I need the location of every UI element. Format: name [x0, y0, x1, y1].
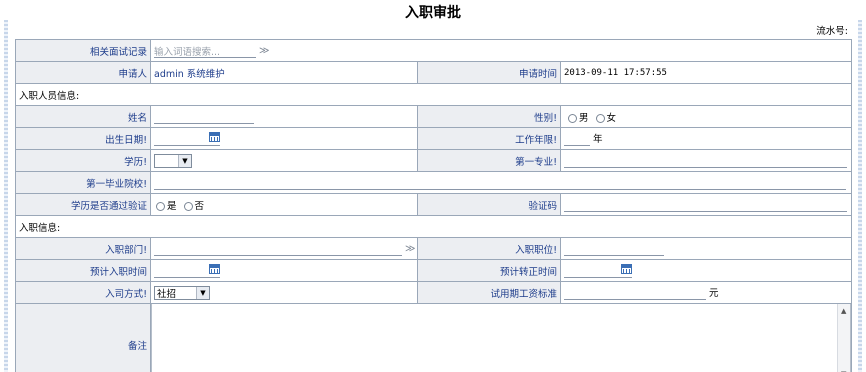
planned-entry-time-label: 预计入职时间	[15, 259, 151, 282]
search-chevron-icon[interactable]: ≫	[259, 45, 269, 56]
row-edu-verify: 学历是否通过验证 是 否 验证码	[15, 193, 853, 216]
major-label: 第一专业	[515, 156, 554, 168]
row-section-personal: 入职人员信息:	[14, 83, 853, 106]
work-years-input[interactable]	[564, 132, 590, 147]
gender-male-radio[interactable]	[568, 113, 577, 123]
apply-time-value: 2013-09-11 17:57:55	[559, 61, 853, 84]
department-chevron-icon[interactable]: ≫	[405, 243, 415, 254]
gender-label: 性别	[534, 112, 554, 124]
remarks-textarea[interactable]: ▲ ▼	[151, 304, 851, 372]
entry-approval-form: 相关面试记录 输入词语搜索... ≫ 申请人 admin 系统维护 申请时间 2…	[14, 39, 853, 372]
apply-time-label: 申请时间	[417, 61, 561, 84]
row-department-position: 入职部门! ≫ 入职职位!	[15, 237, 853, 260]
row-entry-method-salary: 入司方式! 社招 ▼ 试用期工资标准 元	[15, 281, 853, 304]
row-applicant: 申请人 admin 系统维护 申请时间 2013-09-11 17:57:55	[15, 61, 853, 84]
page-title: 入职审批	[405, 5, 461, 21]
probation-salary-unit: 元	[709, 287, 719, 299]
name-input[interactable]	[154, 110, 254, 124]
major-input[interactable]	[564, 154, 847, 168]
dropdown-arrow-icon: ▼	[196, 286, 209, 299]
edu-verified-no-radio[interactable]	[183, 201, 193, 211]
position-input[interactable]	[564, 242, 664, 256]
section-personal-info: 入职人员信息:	[14, 83, 853, 106]
verify-code-input[interactable]	[564, 198, 847, 212]
planned-regular-time-label: 预计转正时间	[417, 259, 561, 282]
interview-record-search-input[interactable]: 输入词语搜索...	[154, 44, 256, 58]
verify-code-label: 验证码	[417, 193, 561, 216]
calendar-icon[interactable]	[621, 263, 632, 274]
row-interview-record: 相关面试记录 输入词语搜索... ≫	[15, 39, 853, 62]
calendar-icon[interactable]	[209, 131, 220, 142]
row-name-gender: 姓名 性别! 男 女	[15, 105, 853, 128]
row-education-major: 学历! ▼ 第一专业!	[15, 149, 853, 172]
row-remarks: 备注 ▲ ▼	[15, 303, 853, 372]
right-decorative-border	[858, 20, 862, 372]
work-years-label: 工作年限	[515, 134, 554, 146]
scroll-up-icon[interactable]: ▲	[841, 307, 846, 315]
edu-verified-label: 学历是否通过验证	[15, 193, 151, 216]
row-graduate-school: 第一毕业院校!	[15, 171, 853, 194]
edu-verified-yes-label: 是	[167, 200, 177, 212]
gender-male-label: 男	[579, 112, 589, 124]
position-label: 入职职位	[515, 244, 554, 256]
applicant-value: admin 系统维护	[150, 61, 418, 84]
graduate-school-label: 第一毕业院校	[86, 178, 144, 190]
graduate-school-input[interactable]	[154, 176, 846, 190]
row-section-entry: 入职信息:	[14, 215, 853, 238]
department-label: 入职部门	[105, 244, 144, 256]
row-planned-times: 预计入职时间 预计转正时间	[15, 259, 853, 282]
dropdown-arrow-icon: ▼	[178, 154, 191, 167]
edu-verified-yes-radio[interactable]	[156, 201, 165, 211]
gender-female-label: 女	[606, 112, 617, 124]
interview-record-label: 相关面试记录	[15, 39, 151, 62]
applicant-label: 申请人	[15, 61, 151, 84]
row-birth-workyears: 出生日期! 工作年限! 年	[15, 127, 853, 150]
remarks-scrollbar[interactable]: ▲ ▼	[837, 304, 851, 372]
approval-form-window: 入职审批 流水号: 相关面试记录 输入词语搜索... ≫ 申请人 admin 系…	[0, 0, 866, 372]
name-label: 姓名	[15, 105, 151, 128]
search-placeholder: 输入词语搜索...	[154, 46, 221, 58]
section-entry-info: 入职信息:	[14, 215, 853, 238]
calendar-icon[interactable]	[209, 263, 220, 274]
entry-method-selected: 社招	[157, 288, 177, 300]
birth-date-label: 出生日期	[105, 134, 144, 146]
edu-verified-no-label: 否	[194, 200, 205, 212]
education-select[interactable]: ▼	[154, 153, 192, 168]
entry-method-label: 入司方式	[105, 288, 144, 300]
left-decorative-border	[4, 20, 8, 372]
entry-method-select[interactable]: 社招 ▼	[154, 285, 210, 300]
probation-salary-label: 试用期工资标准	[417, 281, 561, 304]
gender-female-radio[interactable]	[595, 113, 605, 123]
remarks-label: 备注	[15, 303, 151, 372]
serial-number-label: 流水号:	[816, 26, 848, 37]
work-years-unit: 年	[593, 133, 603, 145]
department-input[interactable]	[154, 242, 402, 256]
education-label: 学历	[124, 156, 144, 168]
probation-salary-input[interactable]	[564, 286, 706, 301]
